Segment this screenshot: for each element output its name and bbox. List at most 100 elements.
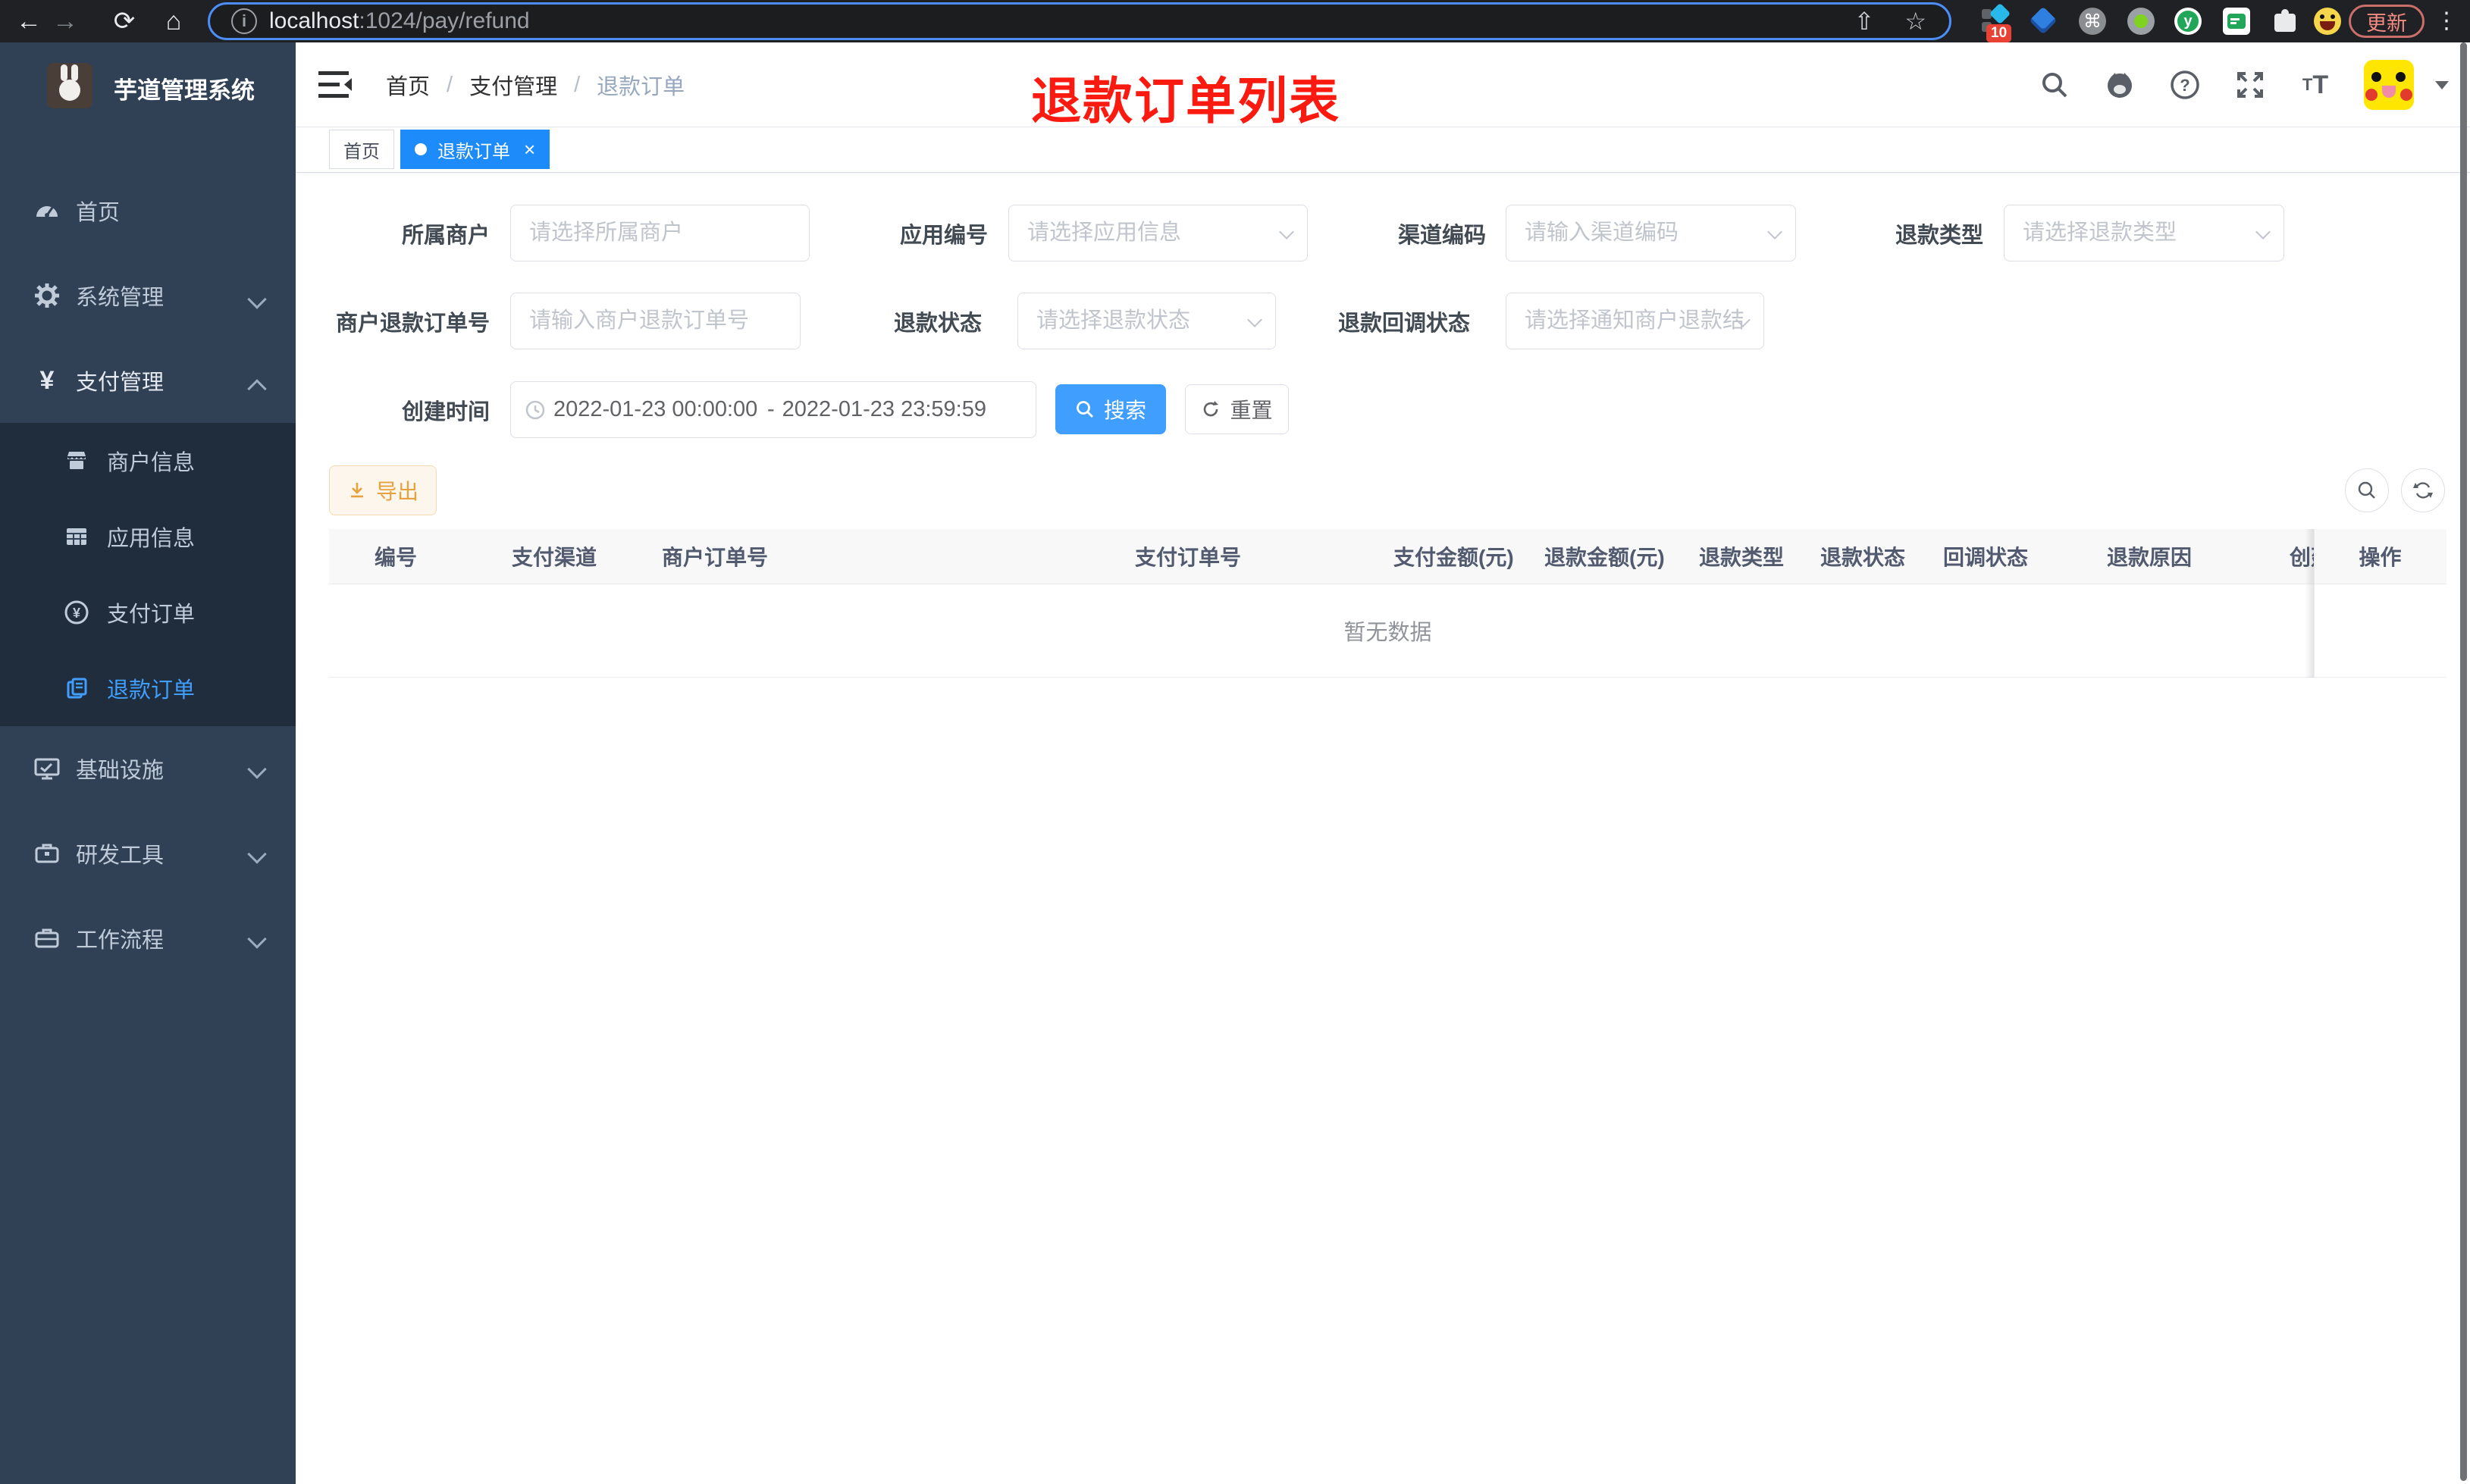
- extension-dot-icon[interactable]: [2127, 8, 2155, 35]
- export-button-label: 导出: [375, 480, 418, 503]
- tag-label: 退款订单: [437, 141, 510, 162]
- extension-puzzle-icon[interactable]: [2271, 8, 2299, 35]
- sidebar-item-workflow[interactable]: 工作流程: [0, 896, 296, 981]
- callback-status-select[interactable]: [1506, 293, 1764, 349]
- extension-command-icon[interactable]: ⌘: [2079, 8, 2106, 35]
- date-start-input[interactable]: [553, 397, 760, 422]
- chevron-down-icon: [247, 844, 267, 864]
- sidebar-item-pay-order[interactable]: ¥ 支付订单: [0, 575, 296, 650]
- refund-status-select[interactable]: [1017, 293, 1276, 349]
- column-header-actions: 操作: [2359, 546, 2402, 569]
- url-text: localhost:1024/pay/refund: [269, 8, 530, 33]
- tag-home[interactable]: 首页: [329, 130, 394, 169]
- site-info-icon[interactable]: i: [231, 8, 257, 34]
- shop-icon: [63, 449, 90, 473]
- bookmark-star-icon[interactable]: ☆: [1904, 7, 1926, 36]
- yen-circle-icon: ¥: [63, 600, 90, 625]
- channel-select[interactable]: [1506, 205, 1796, 261]
- merchant-input[interactable]: [510, 205, 810, 261]
- browser-home-icon[interactable]: ⌂: [157, 0, 190, 42]
- sidebar-item-pay[interactable]: ¥ 支付管理: [0, 338, 296, 423]
- extension-gem-icon[interactable]: [2029, 6, 2058, 35]
- pay-submenu: 商户信息 应用信息 ¥ 支付订单 退款订单: [0, 423, 296, 726]
- filter-label-refund-status: 退款状态: [893, 311, 982, 336]
- merchant-refund-no-input[interactable]: [510, 293, 801, 349]
- gear-icon: [32, 282, 62, 309]
- help-icon[interactable]: ?: [2168, 68, 2202, 102]
- filter-label-refund-type: 退款类型: [1895, 223, 1983, 248]
- avatar[interactable]: [2364, 60, 2414, 110]
- sidebar-item-system[interactable]: 系统管理: [0, 253, 296, 338]
- breadcrumb-pay[interactable]: 支付管理: [469, 69, 557, 101]
- date-end-input[interactable]: [782, 397, 989, 422]
- sidebar: 芋道管理系统 首页 系统管理 ¥ 支付管理 商户信息 应用信息 ¥ 支付订单 退…: [0, 42, 296, 1484]
- search-icon: [1075, 399, 1095, 419]
- browser-update-button[interactable]: 更新: [2349, 5, 2425, 38]
- chevron-down-icon: [247, 929, 267, 949]
- sidebar-collapse-icon[interactable]: [318, 70, 353, 100]
- share-icon[interactable]: ⇧: [1854, 7, 1875, 36]
- page-scrollbar[interactable]: [2460, 42, 2467, 1481]
- extension-grid-icon[interactable]: 10: [1980, 2, 2012, 42]
- toolbox-icon: [32, 840, 62, 867]
- tag-close-icon[interactable]: ×: [524, 138, 535, 161]
- app-logo-row[interactable]: 芋道管理系统: [0, 42, 296, 133]
- navbar-actions: ? TT: [2038, 42, 2449, 127]
- font-size-icon[interactable]: TT: [2299, 68, 2332, 102]
- app-logo: [47, 63, 92, 108]
- browser-forward-icon[interactable]: →: [49, 0, 82, 42]
- export-button[interactable]: 导出: [329, 465, 437, 515]
- browser-back-icon[interactable]: ←: [12, 0, 45, 42]
- create-time-range-picker[interactable]: -: [510, 381, 1036, 438]
- avatar-caret-icon[interactable]: [2435, 80, 2449, 89]
- sidebar-item-devtools[interactable]: 研发工具: [0, 811, 296, 896]
- app-select[interactable]: [1008, 205, 1308, 261]
- sidebar-item-refund-order[interactable]: 退款订单: [0, 650, 296, 726]
- fullscreen-icon[interactable]: [2233, 68, 2267, 102]
- fixed-column-shadow: [2305, 529, 2314, 678]
- filter-label-merchant-refund-no: 商户退款订单号: [335, 311, 490, 336]
- page-annotation-title: 退款订单列表: [1031, 73, 1340, 129]
- extension-y-icon[interactable]: y: [2174, 8, 2202, 35]
- sidebar-item-label: 支付管理: [76, 371, 165, 395]
- table-search-toggle-icon[interactable]: [2345, 468, 2389, 512]
- column-header: 编号: [375, 546, 418, 569]
- sidebar-item-label: 应用信息: [107, 527, 196, 551]
- search-button[interactable]: 搜索: [1055, 384, 1166, 434]
- column-header: 支付渠道: [512, 546, 597, 569]
- svg-text:¥: ¥: [73, 606, 80, 621]
- reset-button[interactable]: 重置: [1185, 384, 1289, 434]
- tag-dot: [415, 143, 427, 155]
- filter-label-merchant: 所属商户: [401, 223, 490, 248]
- sidebar-item-merchant-info[interactable]: 商户信息: [0, 423, 296, 499]
- document-icon: [63, 676, 90, 700]
- search-icon[interactable]: [2038, 68, 2071, 102]
- breadcrumb-home[interactable]: 首页: [386, 69, 430, 101]
- refund-type-select[interactable]: [2004, 205, 2284, 261]
- monitor-icon: [32, 755, 62, 782]
- refresh-icon: [1201, 399, 1221, 419]
- download-icon: [347, 481, 367, 500]
- sidebar-item-label: 商户信息: [107, 451, 196, 475]
- tags-view: 首页 退款订单 ×: [296, 127, 2470, 173]
- extension-chat-icon[interactable]: [2223, 8, 2250, 35]
- browser-menu-icon[interactable]: ⋮: [2435, 8, 2458, 34]
- column-header: 回调状态: [1943, 546, 2029, 569]
- date-separator: -: [767, 397, 775, 421]
- column-header: 退款类型: [1699, 546, 1785, 569]
- sidebar-item-home[interactable]: 首页: [0, 168, 296, 253]
- browser-reload-icon[interactable]: ⟳: [108, 0, 141, 42]
- table-refresh-icon[interactable]: [2401, 468, 2445, 512]
- yen-icon: ¥: [39, 365, 55, 395]
- sidebar-item-app-info[interactable]: 应用信息: [0, 499, 296, 575]
- tag-label: 首页: [343, 141, 380, 162]
- column-header: 支付金额(元): [1393, 546, 1514, 569]
- address-bar[interactable]: i localhost:1024/pay/refund ⇧ ☆: [208, 2, 1951, 40]
- github-icon[interactable]: [2103, 68, 2136, 102]
- sidebar-item-infra[interactable]: 基础设施: [0, 726, 296, 811]
- dashboard-icon: [32, 197, 62, 224]
- extension-emoji-icon[interactable]: [2314, 8, 2341, 35]
- fixed-column-divider: [2314, 529, 2315, 678]
- sidebar-item-label: 首页: [76, 201, 121, 225]
- tag-refund-order[interactable]: 退款订单 ×: [400, 130, 550, 169]
